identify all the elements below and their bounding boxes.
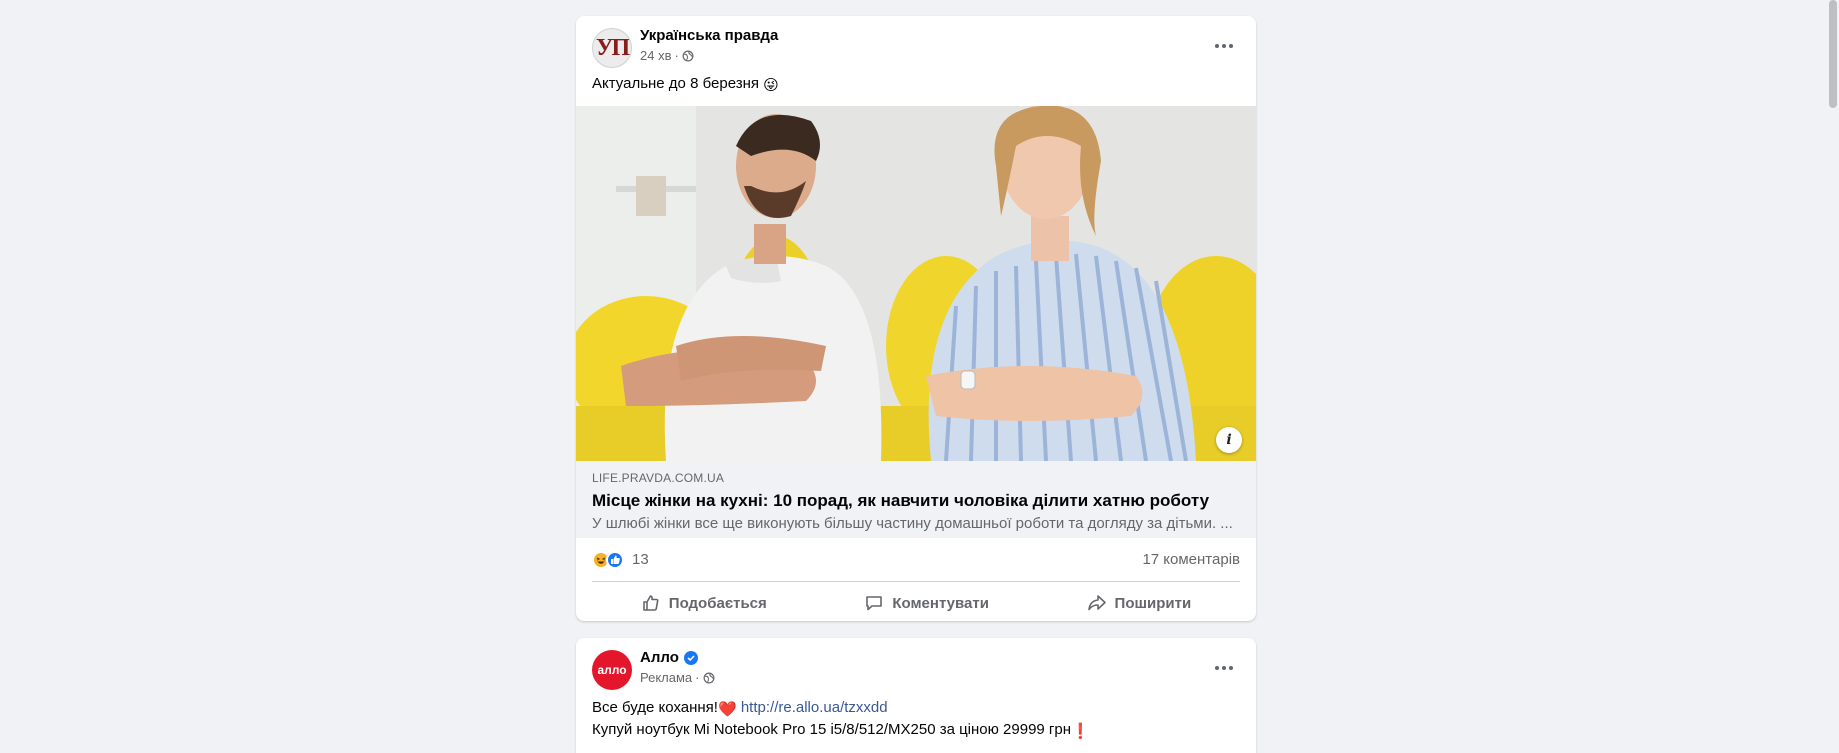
post-url-link[interactable]: http://re.allo.ua/tzxxdd <box>741 699 888 716</box>
post-meta: Реклама · <box>640 670 715 685</box>
link-preview-meta[interactable]: LIFE.PRAVDA.COM.UA Місце жінки на кухні:… <box>576 461 1256 538</box>
like-reaction-icon[interactable] <box>606 550 624 569</box>
red-heart-icon: ❤️ <box>717 701 737 718</box>
winking-tongue-emoji-icon: 😜 <box>763 77 779 94</box>
sponsored-post: алло Алло Реклама · Все буде кохання!❤️ … <box>576 638 1256 753</box>
post-text-content: Актуальне до 8 березня <box>592 75 759 92</box>
post-actions: Подобається Коментувати Поширити <box>592 582 1240 621</box>
feed-post: УП Українська правда 24 хв · Актуальне д… <box>576 16 1256 621</box>
page-scrollbar-thumb[interactable] <box>1829 0 1837 108</box>
reaction-count[interactable]: 13 <box>632 551 649 568</box>
globe-icon[interactable] <box>682 50 694 62</box>
post-text: Актуальне до 8 березня 😜 <box>576 74 1256 106</box>
like-button-label: Подобається <box>668 594 767 612</box>
more-options-button[interactable] <box>1206 650 1242 686</box>
comment-button-label: Коментувати <box>892 594 989 612</box>
post-meta: 24 хв · <box>640 48 694 63</box>
post-author-name[interactable]: Алло <box>640 649 679 666</box>
post-text-line: Купуй ноутбук Mi Notebook Pro 15 i5/8/51… <box>592 720 1240 742</box>
more-dot <box>1215 44 1219 48</box>
more-dot <box>1229 666 1233 670</box>
post-time[interactable]: 24 хв <box>640 48 671 63</box>
thumbs-up-icon <box>642 595 659 611</box>
post-author[interactable]: Алло <box>640 649 698 666</box>
share-arrow-icon <box>1087 595 1106 611</box>
more-dot <box>1215 666 1219 670</box>
comments-count[interactable]: 17 коментарів <box>1142 551 1240 568</box>
allo-logo: алло <box>597 663 627 677</box>
page-scrollbar[interactable] <box>1827 0 1839 753</box>
link-title[interactable]: Місце жінки на кухні: 10 порад, як навчи… <box>592 491 1240 511</box>
post-header: алло Алло Реклама · <box>576 638 1256 694</box>
post-text-line1: Все буде кохання! <box>592 699 718 716</box>
more-dot <box>1229 44 1233 48</box>
page-avatar[interactable]: алло <box>592 650 632 690</box>
globe-icon[interactable] <box>703 672 715 684</box>
post-text: Все буде кохання!❤️ http://re.allo.ua/tz… <box>576 698 1256 742</box>
more-dot <box>1222 666 1226 670</box>
comment-button[interactable]: Коментувати <box>840 587 1013 619</box>
post-author-name[interactable]: Українська правда <box>640 27 778 44</box>
meta-separator: · <box>674 48 679 63</box>
link-preview-image[interactable]: i <box>576 106 1256 461</box>
post-text-line2: Купуй ноутбук Mi Notebook Pro 15 i5/8/51… <box>592 721 1072 738</box>
exclamation-mark-icon: ❗ <box>1071 723 1090 740</box>
page-avatar[interactable]: УП <box>592 28 632 68</box>
reactions-summary: 13 17 коментарів <box>592 538 1240 582</box>
meta-separator: · <box>695 670 700 685</box>
comment-bubble-icon <box>866 596 883 611</box>
couple-photo <box>576 106 1256 461</box>
post-author[interactable]: Українська правда <box>640 27 778 44</box>
more-dot <box>1222 44 1226 48</box>
sponsored-label[interactable]: Реклама <box>640 670 692 685</box>
like-button[interactable]: Подобається <box>617 587 791 619</box>
more-options-button[interactable] <box>1206 28 1242 64</box>
link-domain: LIFE.PRAVDA.COM.UA <box>592 471 725 485</box>
ad-info-button[interactable]: i <box>1216 427 1242 453</box>
reactions-left[interactable]: 13 <box>592 550 649 569</box>
verified-badge-icon <box>683 650 698 665</box>
post-header: УП Українська правда 24 хв · <box>576 16 1256 72</box>
ukrainska-pravda-logo: УП <box>595 34 630 61</box>
link-description: У шлюбі жінки все ще виконують більшу ча… <box>592 515 1233 532</box>
share-button[interactable]: Поширити <box>1063 587 1216 619</box>
share-button-label: Поширити <box>1114 594 1192 612</box>
post-text-line: Все буде кохання!❤️ http://re.allo.ua/tz… <box>592 698 1240 720</box>
